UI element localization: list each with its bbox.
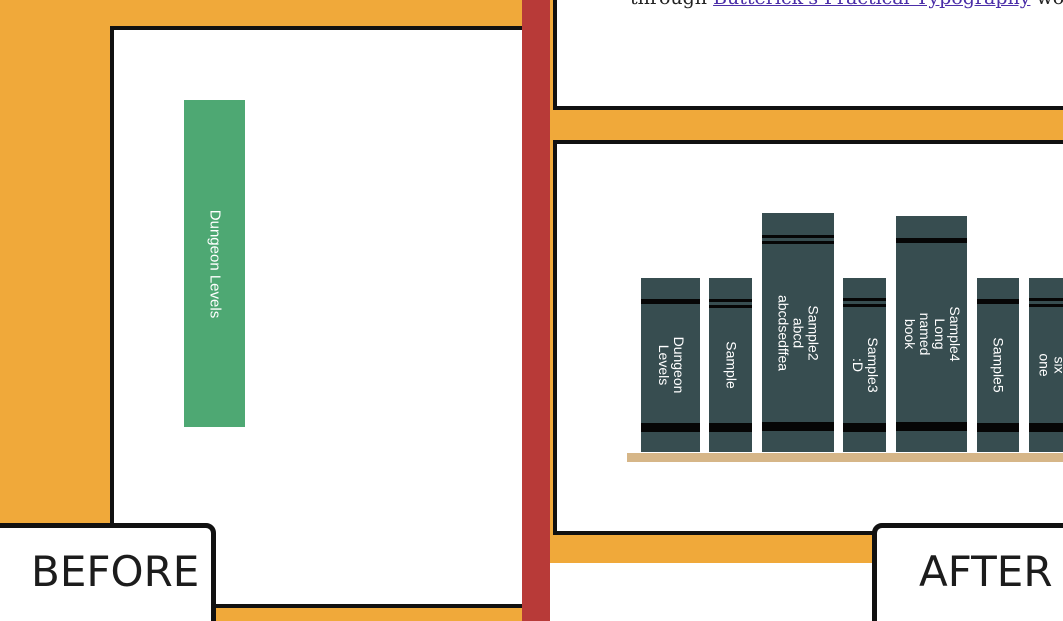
book-title: Sample six one [1036,353,1063,377]
shelf-book[interactable]: Sample2 abcd abcdsedffea [762,213,834,452]
book-title: Sample5 [990,337,1007,393]
shelf-book[interactable]: Sample [709,278,752,452]
book-title: Sample [723,341,739,389]
book-title: Dungeon Levels [655,336,687,394]
shelf-book[interactable]: Dungeon Levels [641,278,700,452]
after-label: AFTER [919,546,1053,596]
shelf-board [627,453,1063,462]
shelf-book[interactable]: Sample4 Long named book [896,216,967,452]
book-title: Sample3 :D [849,337,881,393]
before-tag: BEFORE [0,523,216,621]
after-tag: AFTER [872,523,1063,621]
typography-link[interactable]: Butterick's Practical Typography [713,0,1030,9]
shelf-book[interactable]: Sample3 :D [843,278,886,452]
before-book-label: Dungeon Levels [206,209,223,318]
before-panel: Dungeon Levels BEFORE [0,0,522,621]
before-label: BEFORE [31,546,200,596]
after-top-card: through Butterick's Practical Typography… [553,0,1063,110]
divider [522,0,550,621]
typography-text: through Butterick's Practical Typography… [630,0,1063,9]
after-panel: through Butterick's Practical Typography… [550,0,1063,621]
shelf-book[interactable]: Sample six one [1029,278,1063,452]
before-card [110,26,522,608]
book-title: Sample2 abcd abcdsedffea [775,294,822,371]
book-title: Sample4 Long named book [901,306,963,362]
shelf-book[interactable]: Sample5 [977,278,1019,452]
before-book[interactable]: Dungeon Levels [184,100,245,427]
